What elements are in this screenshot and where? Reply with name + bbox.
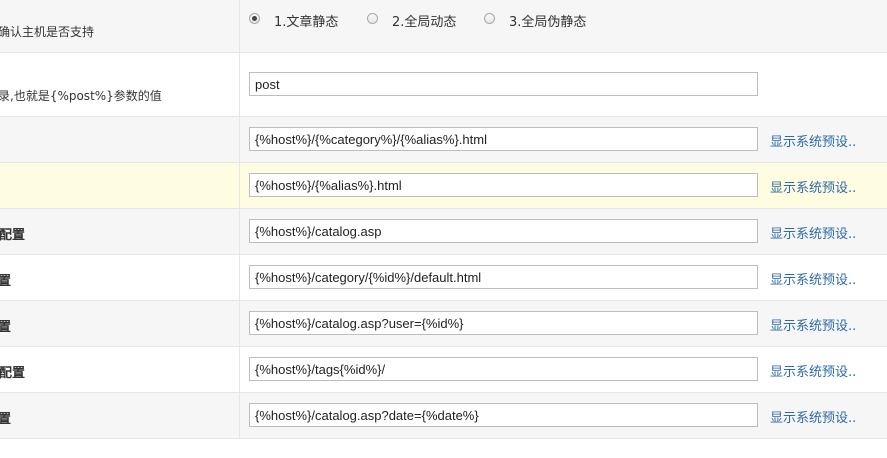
show-preset-link[interactable]: 显示系统预设.. [770,269,856,288]
article-url-input[interactable] [249,127,758,151]
radio-unchecked-icon[interactable] [367,13,378,24]
row-article-url: 显示系统预设.. [0,117,887,163]
show-preset-link[interactable]: 显示系统预设.. [770,407,856,426]
show-preset-link[interactable]: 显示系统预设.. [770,177,856,196]
host-mode-label: 确认主机是否支持 [0,25,95,39]
row-index-url: 配置 显示系统预设.. [0,209,887,255]
show-preset-link[interactable]: 显示系统预设.. [770,315,856,334]
date-url-label: 置 [0,408,11,427]
row-label-cell: 配置 [0,347,240,392]
post-dir-input[interactable] [249,72,758,96]
radio-label: 1.文章静态 [274,15,339,30]
index-url-label: 配置 [0,228,26,243]
row-label-cell: 录,也就是{%post%}参数的值 [0,53,240,116]
radio-checked-icon[interactable] [249,13,260,24]
tags-url-label: 配置 [0,366,26,381]
row-label-cell: 确认主机是否支持 [0,0,240,52]
show-preset-link[interactable]: 显示系统预设.. [770,131,856,150]
row-label-cell: 配置 [0,209,240,254]
row-label-cell [0,163,240,208]
date-url-input[interactable] [249,403,758,427]
page-url-input[interactable] [249,173,758,197]
row-label-cell: 置 [0,393,240,438]
category-url-input[interactable] [249,265,758,289]
radio-label: 3.全局伪静态 [509,15,587,30]
radio-unchecked-icon[interactable] [484,13,495,24]
row-label-cell [0,117,240,162]
row-label-cell: 置 [0,255,240,300]
row-host-mode: 确认主机是否支持 1.文章静态 2.全局动态 3.全局伪静态 [0,0,887,53]
category-url-label: 置 [0,270,11,289]
radio-label: 2.全局动态 [392,15,457,30]
row-category-url: 置 显示系统预设.. [0,255,887,301]
show-preset-link[interactable]: 显示系统预设.. [770,361,856,380]
tags-url-input[interactable] [249,357,758,381]
author-url-label: 置 [0,316,11,335]
row-label-cell: 置 [0,301,240,346]
show-preset-link[interactable]: 显示系统预设.. [770,223,856,242]
author-url-input[interactable] [249,311,758,335]
post-dir-label: 录,也就是{%post%}参数的值 [0,89,162,103]
index-url-input[interactable] [249,219,758,243]
row-post-dir: 录,也就是{%post%}参数的值 [0,53,887,117]
row-page-url: 显示系统预设.. [0,163,887,209]
row-date-url: 置 显示系统预设.. [0,393,887,439]
row-author-url: 置 显示系统预设.. [0,301,887,347]
row-tags-url: 配置 显示系统预设.. [0,347,887,393]
